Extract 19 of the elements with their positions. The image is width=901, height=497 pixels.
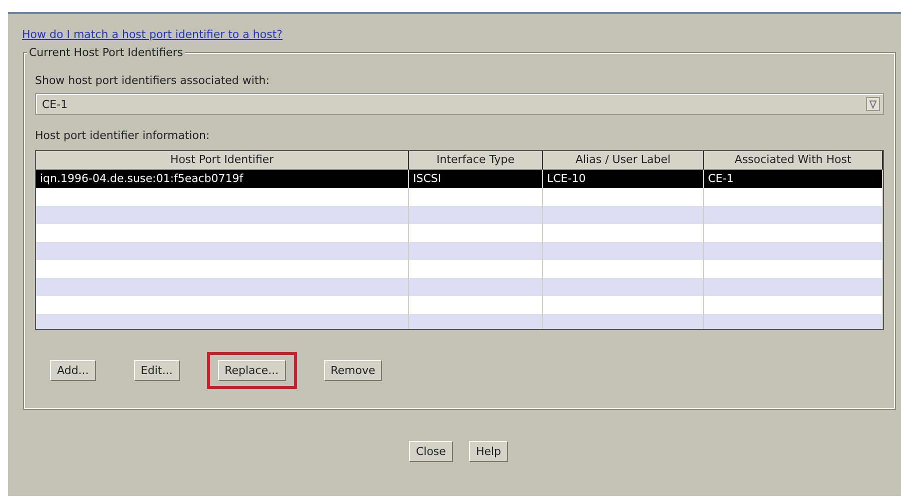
action-button[interactable]: Remove	[324, 360, 382, 381]
column-header[interactable]: Host Port Identifier	[36, 151, 409, 170]
table-cell: ISCSI	[409, 170, 543, 188]
action-button[interactable]: Replace...	[218, 360, 286, 381]
table-cell: iqn.1996-04.de.suse:01:f5eacb0719f	[36, 170, 409, 188]
host-dropdown[interactable]: CE-1	[35, 93, 884, 115]
dialog-button[interactable]: Help	[468, 441, 508, 462]
table-cell: CE-1	[704, 170, 883, 188]
action-button[interactable]: Edit...	[134, 360, 180, 381]
column-header[interactable]: Associated With Host	[704, 151, 883, 170]
help-link[interactable]: How do I match a host port identifier to a host?	[22, 28, 282, 41]
column-header[interactable]: Alias / User Label	[543, 151, 704, 170]
table-cell: LCE-10	[543, 170, 704, 188]
filter-label: Show host port identifiers associated with:	[35, 74, 270, 87]
dialog-button[interactable]: Close	[408, 441, 453, 462]
action-button[interactable]: Add...	[50, 360, 96, 381]
group-title: Current Host Port Identifiers	[27, 46, 185, 59]
table-label: Host port identifier information:	[35, 129, 210, 142]
column-header[interactable]: Interface Type	[409, 151, 543, 170]
